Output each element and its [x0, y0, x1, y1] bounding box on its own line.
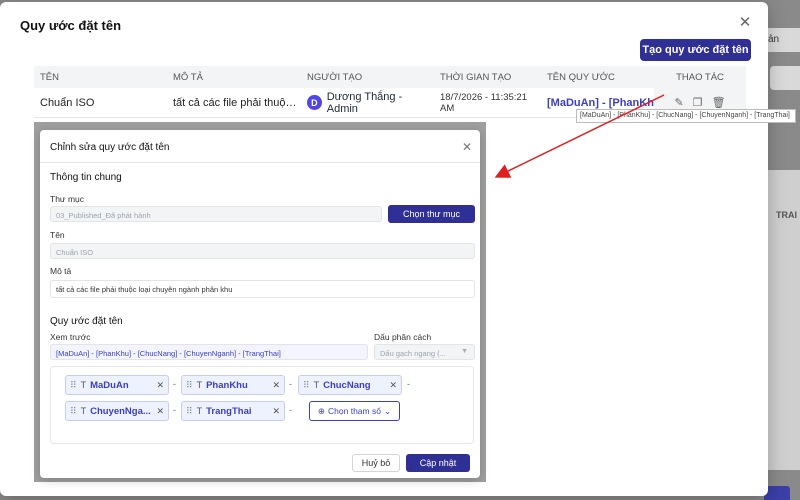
chevron-down-icon: ▼ [461, 348, 468, 355]
creator-name: Dương Thắng - Admin [326, 90, 403, 115]
token-separator: - [407, 379, 410, 389]
background-column-label: TRAI [776, 210, 797, 220]
choose-folder-button[interactable]: Chọn thư mục [388, 205, 475, 223]
preview-label: Xem trước [50, 332, 91, 342]
remove-icon[interactable]: ✕ [272, 406, 280, 417]
column-header-name: TÊN [40, 71, 59, 83]
modal-title: Quy ước đặt tên [20, 18, 122, 33]
text-type-icon: T [80, 406, 87, 416]
token-chip[interactable]: ⠿ T PhanKhu ✕ [181, 375, 285, 395]
close-icon[interactable]: ✕ [736, 14, 754, 32]
drag-handle-icon[interactable]: ⠿ [70, 380, 77, 391]
description-field[interactable]: tất cả các file phải thuộc loại chuyên n… [50, 280, 475, 298]
remove-icon[interactable]: ✕ [272, 380, 280, 391]
update-button[interactable]: Cập nhật [406, 454, 470, 472]
remove-icon[interactable]: ✕ [389, 380, 397, 391]
token-separator: - [289, 405, 292, 415]
token-builder: ⠿ T MaDuAn ✕ - ⠿ T PhanKhu ✕ - ⠿ T ChucN… [50, 366, 474, 444]
row-name: Chuẩn ISO [40, 96, 95, 109]
row-created-at: 18/7/2026 - 11:35:21 AM [440, 91, 527, 114]
edit-convention-modal: Chỉnh sửa quy ước đặt tên ✕ Thông tin ch… [40, 130, 480, 478]
token-chip[interactable]: ⠿ T ChucNang ✕ [298, 375, 402, 395]
token-label: ChuyenNga... [90, 405, 151, 417]
column-header-description: MÔ TẢ [173, 71, 203, 83]
text-type-icon: T [313, 380, 320, 390]
background-select [770, 66, 800, 90]
background-table-strip: TRAI [768, 170, 800, 470]
row-creator: D Dương Thắng - Admin [301, 91, 434, 115]
token-separator: - [289, 379, 292, 389]
token-label: TrangThai [206, 405, 252, 417]
token-chip[interactable]: ⠿ T ChuyenNga... ✕ [65, 401, 169, 421]
row-actions: ✎ ❐ 🗑 [654, 96, 746, 109]
description-label: Mô tả [50, 266, 72, 276]
text-type-icon: T [196, 380, 203, 390]
convention-section-title: Quy ước đặt tên [50, 316, 123, 327]
create-convention-button[interactable]: Tạo quy ước đặt tên [640, 39, 751, 61]
folder-field: 03_Published_Đã phát hành [50, 206, 382, 222]
column-header-created-at: THỜI GIAN TẠO [440, 71, 512, 83]
cancel-button[interactable]: Huỷ bỏ [352, 454, 400, 472]
token-chip[interactable]: ⠿ T MaDuAn ✕ [65, 375, 169, 395]
remove-icon[interactable]: ✕ [156, 406, 164, 417]
separator-value: Dấu gạch ngang (... [380, 349, 446, 358]
token-chip[interactable]: ⠿ T TrangThai ✕ [181, 401, 285, 421]
add-parameter-label: Chọn tham số [328, 406, 381, 416]
convention-tooltip: [MaDuAn] - [PhanKhu] - [ChucNang] - [Chu… [576, 109, 796, 123]
row-description: tất cả các file phải thuộc l... [173, 96, 301, 109]
drag-handle-icon[interactable]: ⠿ [186, 406, 193, 417]
chevron-down-icon: ⌄ [383, 405, 392, 416]
edit-modal-title: Chỉnh sửa quy ước đặt tên [50, 142, 170, 153]
separator-label: Dấu phân cách [374, 332, 432, 342]
drag-handle-icon[interactable]: ⠿ [70, 406, 77, 417]
column-header-actions: THAO TÁC [676, 71, 724, 83]
name-label: Tên [50, 230, 65, 240]
column-header-convention: TÊN QUY ƯỚC [547, 71, 615, 83]
plus-circle-icon: ⊕ [317, 405, 326, 416]
trash-icon[interactable]: 🗑 [712, 96, 726, 109]
divider [40, 162, 480, 163]
folder-label: Thư mục [50, 194, 85, 204]
edit-icon[interactable]: ✎ [674, 96, 683, 109]
copy-icon[interactable]: ❐ [693, 96, 703, 109]
separator-select[interactable]: Dấu gạch ngang (... ▼ [374, 344, 475, 360]
drag-handle-icon[interactable]: ⠿ [303, 380, 310, 391]
token-label: PhanKhu [206, 379, 248, 391]
remove-icon[interactable]: ✕ [156, 380, 164, 391]
token-separator: - [173, 379, 176, 389]
token-separator: - [173, 405, 176, 415]
text-type-icon: T [80, 380, 87, 390]
column-header-creator: NGƯỜI TẠO [307, 71, 363, 83]
general-section-title: Thông tin chung [50, 172, 122, 183]
close-icon[interactable]: ✕ [462, 140, 472, 154]
text-type-icon: T [196, 406, 203, 416]
name-field: Chuẩn ISO [50, 243, 475, 259]
token-label: ChucNang [323, 379, 371, 391]
preview-field: [MaDuAn] - [PhanKhu] - [ChucNang] - [Chu… [50, 344, 368, 360]
drag-handle-icon[interactable]: ⠿ [186, 380, 193, 391]
token-label: MaDuAn [90, 379, 129, 391]
add-parameter-button[interactable]: ⊕ Chọn tham số ⌄ [309, 401, 400, 421]
avatar: D [307, 95, 322, 110]
table-header: TÊN MÔ TẢ NGƯỜI TẠO THỜI GIAN TẠO TÊN QU… [34, 66, 746, 88]
row-convention: [MaDuAn] - [PhanKhu] - [547, 96, 654, 109]
